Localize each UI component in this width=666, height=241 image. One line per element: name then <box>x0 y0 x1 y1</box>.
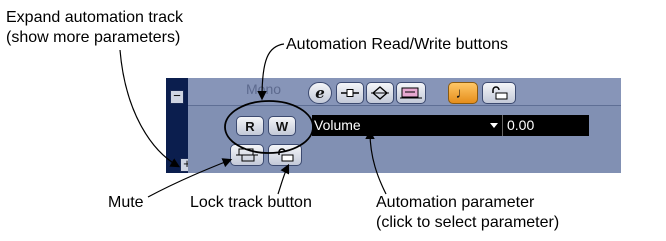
param-leader <box>365 129 387 195</box>
read-write-leader <box>257 43 285 101</box>
expand-leader <box>119 49 181 168</box>
read-write-highlight <box>224 100 314 154</box>
lock-leader <box>277 163 290 195</box>
callout-leaders <box>119 43 387 198</box>
mute-leader <box>147 158 233 198</box>
